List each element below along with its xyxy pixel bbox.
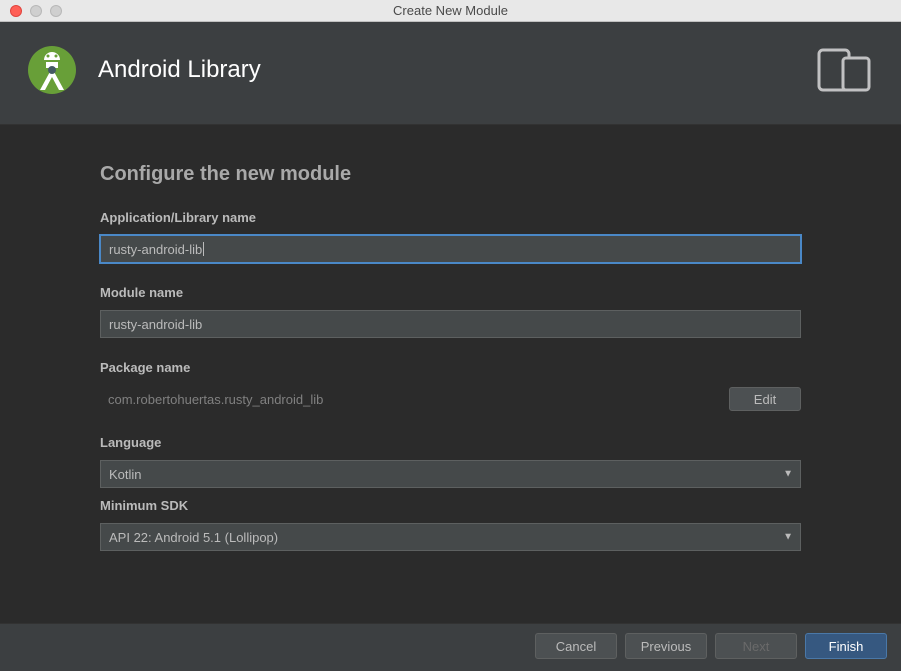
- section-title: Configure the new module: [100, 163, 801, 186]
- maximize-window-button[interactable]: [50, 5, 62, 17]
- cancel-button[interactable]: Cancel: [535, 633, 617, 659]
- package-row: Edit: [100, 385, 801, 413]
- window-controls: [0, 5, 62, 17]
- devices-icon: [817, 48, 873, 92]
- language-value: Kotlin: [109, 467, 142, 482]
- module-name-label: Module name: [100, 285, 801, 300]
- previous-button[interactable]: Previous: [625, 633, 707, 659]
- module-name-input[interactable]: [100, 310, 801, 338]
- language-select-wrap: Kotlin ▼: [100, 460, 801, 488]
- dialog-header: Android Library: [0, 22, 901, 125]
- module-name-group: Module name: [100, 285, 801, 338]
- header-title: Android Library: [98, 56, 261, 84]
- header-left: Android Library: [28, 46, 261, 94]
- text-caret: [203, 242, 204, 256]
- window-title: Create New Module: [0, 3, 901, 18]
- app-lib-name-group: Application/Library name rusty-android-l…: [100, 210, 801, 263]
- min-sdk-select-wrap: API 22: Android 5.1 (Lollipop) ▼: [100, 523, 801, 551]
- language-label: Language: [100, 435, 801, 450]
- app-lib-name-label: Application/Library name: [100, 210, 801, 225]
- app-lib-name-input[interactable]: rusty-android-lib: [100, 235, 801, 263]
- language-group: Language Kotlin ▼: [100, 435, 801, 488]
- app-lib-name-value: rusty-android-lib: [109, 242, 202, 257]
- finish-button[interactable]: Finish: [805, 633, 887, 659]
- edit-package-button[interactable]: Edit: [729, 387, 801, 411]
- dialog-footer: Cancel Previous Next Finish: [0, 623, 901, 668]
- titlebar: Create New Module: [0, 0, 901, 22]
- minimize-window-button[interactable]: [30, 5, 42, 17]
- next-button: Next: [715, 633, 797, 659]
- package-name-group: Package name Edit: [100, 360, 801, 413]
- close-window-button[interactable]: [10, 5, 22, 17]
- dialog-content: Configure the new module Application/Lib…: [0, 125, 901, 623]
- package-name-label: Package name: [100, 360, 801, 375]
- language-select[interactable]: Kotlin: [100, 460, 801, 488]
- android-studio-logo-icon: [28, 46, 76, 94]
- package-name-input: [100, 385, 723, 413]
- min-sdk-value: API 22: Android 5.1 (Lollipop): [109, 530, 278, 545]
- min-sdk-select[interactable]: API 22: Android 5.1 (Lollipop): [100, 523, 801, 551]
- min-sdk-label: Minimum SDK: [100, 498, 801, 513]
- min-sdk-group: Minimum SDK API 22: Android 5.1 (Lollipo…: [100, 498, 801, 551]
